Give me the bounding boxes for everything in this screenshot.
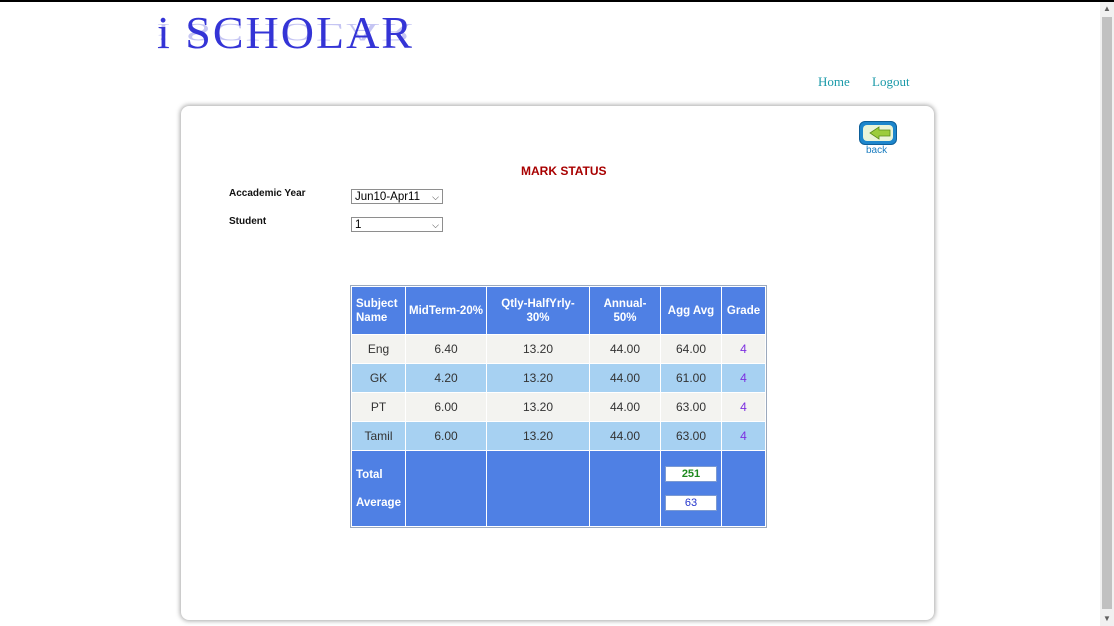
- mark-table: Subject Name MidTerm-20% Qtly-HalfYrly-3…: [350, 285, 767, 528]
- back-label: back: [866, 145, 888, 156]
- cell-grade: 4: [722, 364, 765, 392]
- page-title: MARK STATUS: [521, 164, 607, 178]
- student-label: Student: [229, 216, 267, 227]
- totals-values: 251 63: [661, 451, 721, 526]
- empty-cell: [590, 451, 660, 526]
- table-row: Eng 6.40 13.20 44.00 64.00 4: [352, 335, 765, 363]
- table-row: Tamil 6.00 13.20 44.00 63.00 4: [352, 422, 765, 450]
- student-select[interactable]: 1 ⌵: [351, 217, 443, 232]
- cell-midterm: 6.00: [406, 422, 486, 450]
- cell-midterm: 6.00: [406, 393, 486, 421]
- cell-qtly: 13.20: [487, 422, 589, 450]
- cell-agg-avg: 64.00: [661, 335, 721, 363]
- cell-agg-avg: 63.00: [661, 393, 721, 421]
- chevron-down-icon: ⌵: [432, 220, 439, 230]
- logo-reflection: i SCHOLAR: [157, 18, 414, 47]
- header-grade: Grade: [722, 287, 765, 334]
- cell-subject: Tamil: [352, 422, 405, 450]
- average-field: 63: [665, 495, 717, 511]
- cell-annual: 44.00: [590, 393, 660, 421]
- empty-cell: [722, 451, 765, 526]
- cell-grade: 4: [722, 335, 765, 363]
- average-label: Average: [356, 496, 401, 509]
- header-midterm: MidTerm-20%: [406, 287, 486, 334]
- cell-qtly: 13.20: [487, 393, 589, 421]
- cell-subject: GK: [352, 364, 405, 392]
- cell-grade: 4: [722, 393, 765, 421]
- main-panel: back MARK STATUS Accademic Year Jun10-Ap…: [181, 106, 934, 620]
- header-qtly-halfyrly: Qtly-HalfYrly-30%: [487, 287, 589, 334]
- window-top-border: [0, 0, 1114, 2]
- empty-cell: [487, 451, 589, 526]
- cell-annual: 44.00: [590, 422, 660, 450]
- cell-agg-avg: 61.00: [661, 364, 721, 392]
- empty-cell: [406, 451, 486, 526]
- cell-annual: 44.00: [590, 335, 660, 363]
- cell-subject: PT: [352, 393, 405, 421]
- i-scholar-logo: i SCHOLAR i SCHOLAR: [157, 8, 417, 78]
- scroll-thumb[interactable]: [1102, 17, 1112, 609]
- scroll-down-icon[interactable]: ▼: [1100, 612, 1114, 626]
- header-annual: Annual-50%: [590, 287, 660, 334]
- back-button[interactable]: back: [858, 121, 898, 157]
- cell-midterm: 6.40: [406, 335, 486, 363]
- cell-subject: Eng: [352, 335, 405, 363]
- totals-labels: Total Average: [352, 451, 405, 526]
- cell-midterm: 4.20: [406, 364, 486, 392]
- total-label: Total: [356, 468, 383, 481]
- academic-year-select[interactable]: Jun10-Apr11 ⌵: [351, 189, 443, 204]
- cell-qtly: 13.20: [487, 335, 589, 363]
- scroll-up-icon[interactable]: ▲: [1100, 2, 1114, 16]
- header-subject-name: Subject Name: [352, 287, 405, 334]
- total-field: 251: [665, 466, 717, 482]
- chevron-down-icon: ⌵: [432, 192, 439, 202]
- cell-agg-avg: 63.00: [661, 422, 721, 450]
- student-value: 1: [355, 219, 362, 231]
- vertical-scrollbar[interactable]: ▲ ▼: [1100, 2, 1114, 626]
- back-arrow-icon: [859, 121, 897, 145]
- header-agg-avg: Agg Avg: [661, 287, 721, 334]
- totals-row: Total Average 251 63: [352, 451, 765, 526]
- home-link[interactable]: Home: [818, 74, 850, 90]
- cell-grade: 4: [722, 422, 765, 450]
- cell-qtly: 13.20: [487, 364, 589, 392]
- cell-annual: 44.00: [590, 364, 660, 392]
- academic-year-label: Accademic Year: [229, 188, 306, 199]
- academic-year-value: Jun10-Apr11: [355, 191, 420, 203]
- table-row: PT 6.00 13.20 44.00 63.00 4: [352, 393, 765, 421]
- logout-link[interactable]: Logout: [872, 74, 910, 90]
- table-row: GK 4.20 13.20 44.00 61.00 4: [352, 364, 765, 392]
